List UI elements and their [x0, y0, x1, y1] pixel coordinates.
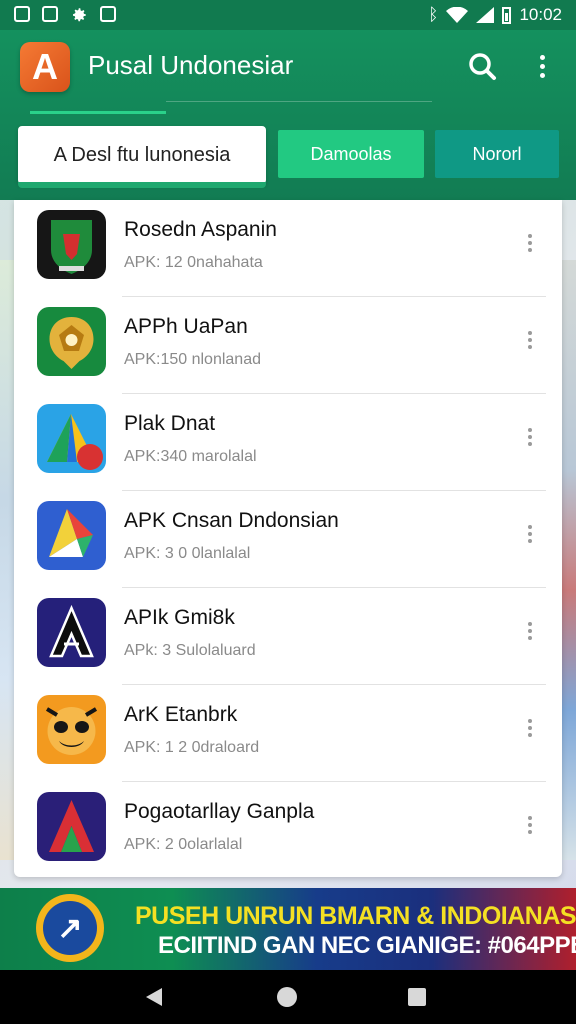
back-icon[interactable] — [146, 988, 162, 1006]
app-size: APk: 3 Sulolaluard — [124, 642, 256, 659]
app-name: Plak Dnat — [124, 412, 216, 435]
app-size: APK:150 nlonlanad — [124, 351, 261, 368]
battery-icon — [502, 6, 512, 24]
list-item[interactable]: APIk Gmi8k APk: 3 Sulolaluard — [14, 588, 562, 685]
app-name: APIk Gmi8k — [124, 606, 235, 629]
overflow-menu-button[interactable] — [528, 50, 556, 82]
search-button[interactable] — [466, 50, 498, 82]
image-icon — [42, 6, 58, 22]
app-size: APK: 2 0olarlalal — [124, 836, 243, 853]
tab-primary[interactable]: A Desl ftu lunonesia — [18, 126, 266, 184]
app-title: Pusal Undonesiar — [88, 50, 294, 80]
list-item[interactable]: Pogaotarllay Ganpla APK: 2 0olarlalal — [14, 782, 562, 879]
notification-icon — [14, 6, 30, 22]
list-item[interactable]: ArK Etanbrk APK: 1 2 0draloard — [14, 685, 562, 782]
app-bar: A Pusal Undonesiar A Desl ftu lunonesia … — [0, 30, 576, 200]
banner-subline: ECIITIND GAN NEC GIANIGE: #064PPB — [158, 932, 576, 959]
cellular-signal-icon — [476, 7, 495, 23]
tab-downloads[interactable]: Damoolas — [278, 130, 424, 178]
item-menu-button[interactable] — [524, 719, 536, 741]
app-size: APK: 12 0nahahata — [124, 254, 263, 271]
item-menu-button[interactable] — [524, 234, 536, 256]
shield-badge-icon — [37, 210, 106, 279]
list-item[interactable]: APK Cnsan Dndonsian APK: 3 0 0lanlalal — [14, 491, 562, 588]
title-underline — [30, 111, 166, 114]
item-menu-button[interactable] — [524, 331, 536, 353]
item-menu-button[interactable] — [524, 525, 536, 547]
more-vertical-icon — [539, 54, 545, 60]
app-size: APK:340 marolalal — [124, 448, 257, 465]
list-item[interactable]: Plak Dnat APK:340 marolalal — [14, 394, 562, 491]
navigation-bar — [0, 970, 576, 1024]
letter-a-icon — [37, 792, 106, 861]
bluetooth-icon: ᛒ — [428, 5, 439, 24]
home-icon[interactable] — [277, 987, 297, 1007]
app-name: Rosedn Aspanin — [124, 218, 277, 241]
list-item[interactable]: Rosedn Aspanin APK: 12 0nahahata — [14, 200, 562, 297]
app-name: APK Cnsan Dndonsian — [124, 509, 339, 532]
status-time: 10:02 — [519, 5, 562, 24]
app-logo: A — [20, 42, 70, 92]
list-item[interactable]: APPh UaPan APK:150 nlonlanad — [14, 297, 562, 394]
status-bar: ᛒ 10:02 — [0, 0, 576, 30]
letter-a-icon — [37, 598, 106, 667]
app-name: APPh UaPan — [124, 315, 248, 338]
app-size: APK: 3 0 0lanlalal — [124, 545, 251, 562]
garuda-emblem-icon — [37, 307, 106, 376]
app-size: APK: 1 2 0draloard — [124, 739, 260, 756]
tab-active-indicator — [18, 182, 266, 188]
wifi-icon — [446, 7, 469, 23]
tab-other[interactable]: Nororl — [435, 130, 559, 178]
download-arrow-icon: ↗ — [43, 901, 97, 955]
item-menu-button[interactable] — [524, 428, 536, 450]
app-name: ArK Etanbrk — [124, 703, 238, 726]
recent-apps-icon[interactable] — [408, 988, 426, 1006]
promo-banner[interactable]: ↗ PUSEH UNRUN BMARN & INDOIANAS ECIITIND… — [0, 888, 576, 970]
app-name: Pogaotarllay Ganpla — [124, 800, 315, 823]
play-triangle-icon — [37, 404, 106, 473]
search-icon — [469, 53, 496, 80]
banner-headline: PUSEH UNRUN BMARN & INDOIANAS — [135, 902, 576, 930]
item-menu-button[interactable] — [524, 622, 536, 644]
banner-logo: ↗ — [36, 894, 104, 962]
gear-icon — [73, 8, 86, 22]
header-divider — [166, 101, 432, 102]
app-list: Rosedn Aspanin APK: 12 0nahahata APPh Ua… — [14, 200, 562, 877]
tiger-face-icon — [37, 695, 106, 764]
paper-plane-icon — [37, 501, 106, 570]
image-icon — [100, 6, 116, 22]
item-menu-button[interactable] — [524, 816, 536, 838]
